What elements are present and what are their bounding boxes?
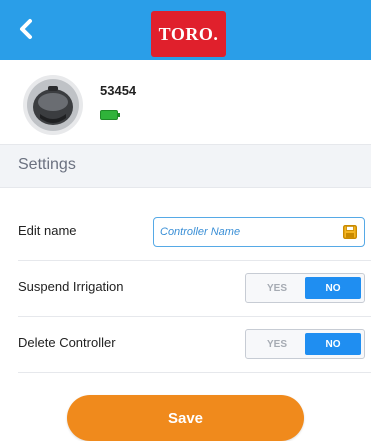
battery-icon bbox=[100, 110, 120, 120]
toro-logo: TORO. bbox=[151, 11, 226, 57]
save-icon[interactable] bbox=[343, 225, 357, 239]
delete-controller-no-option[interactable]: NO bbox=[305, 333, 361, 355]
suspend-irrigation-yes-option[interactable]: YES bbox=[249, 277, 305, 299]
suspend-irrigation-row: Suspend Irrigation YES NO bbox=[18, 260, 371, 317]
device-id: 53454 bbox=[100, 83, 137, 98]
controller-device-icon bbox=[23, 75, 83, 135]
controller-name-input[interactable] bbox=[160, 222, 330, 242]
delete-controller-toggle[interactable]: YES NO bbox=[245, 329, 365, 359]
delete-controller-row: Delete Controller YES NO bbox=[18, 316, 371, 373]
save-button[interactable]: Save bbox=[67, 395, 304, 441]
back-button[interactable] bbox=[12, 14, 40, 44]
suspend-irrigation-label: Suspend Irrigation bbox=[18, 279, 124, 294]
device-summary: 53454 bbox=[22, 74, 362, 140]
app-header: TORO. bbox=[0, 0, 371, 60]
edit-name-label: Edit name bbox=[18, 223, 77, 238]
controller-name-field[interactable] bbox=[153, 217, 365, 247]
logo-text: TORO. bbox=[158, 23, 219, 44]
delete-controller-label: Delete Controller bbox=[18, 335, 116, 350]
settings-section-header: Settings bbox=[0, 144, 371, 188]
settings-title: Settings bbox=[18, 156, 76, 173]
chevron-left-icon bbox=[20, 19, 32, 39]
delete-controller-yes-option[interactable]: YES bbox=[249, 333, 305, 355]
suspend-irrigation-no-option[interactable]: NO bbox=[305, 277, 361, 299]
suspend-irrigation-toggle[interactable]: YES NO bbox=[245, 273, 365, 303]
edit-name-row: Edit name bbox=[18, 204, 371, 261]
